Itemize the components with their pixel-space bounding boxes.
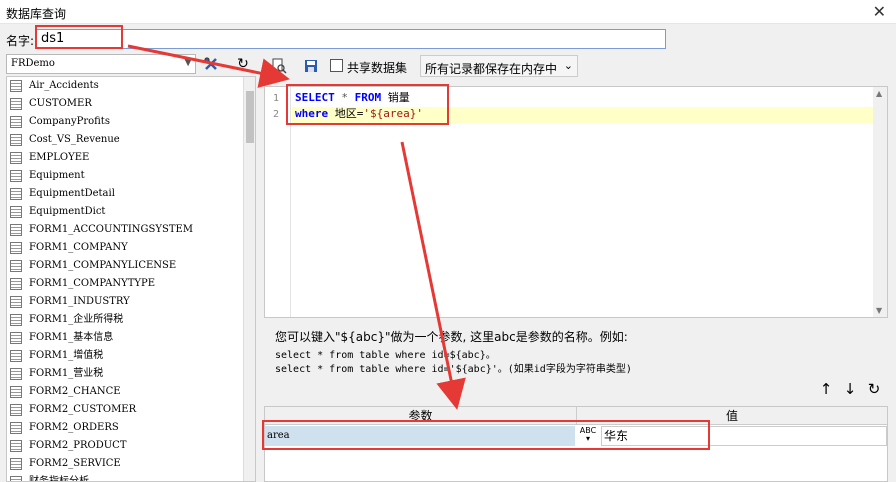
annotation-arrow bbox=[400, 141, 466, 410]
annotation-arrows bbox=[127, 44, 466, 410]
annotation-arrow bbox=[127, 44, 290, 88]
